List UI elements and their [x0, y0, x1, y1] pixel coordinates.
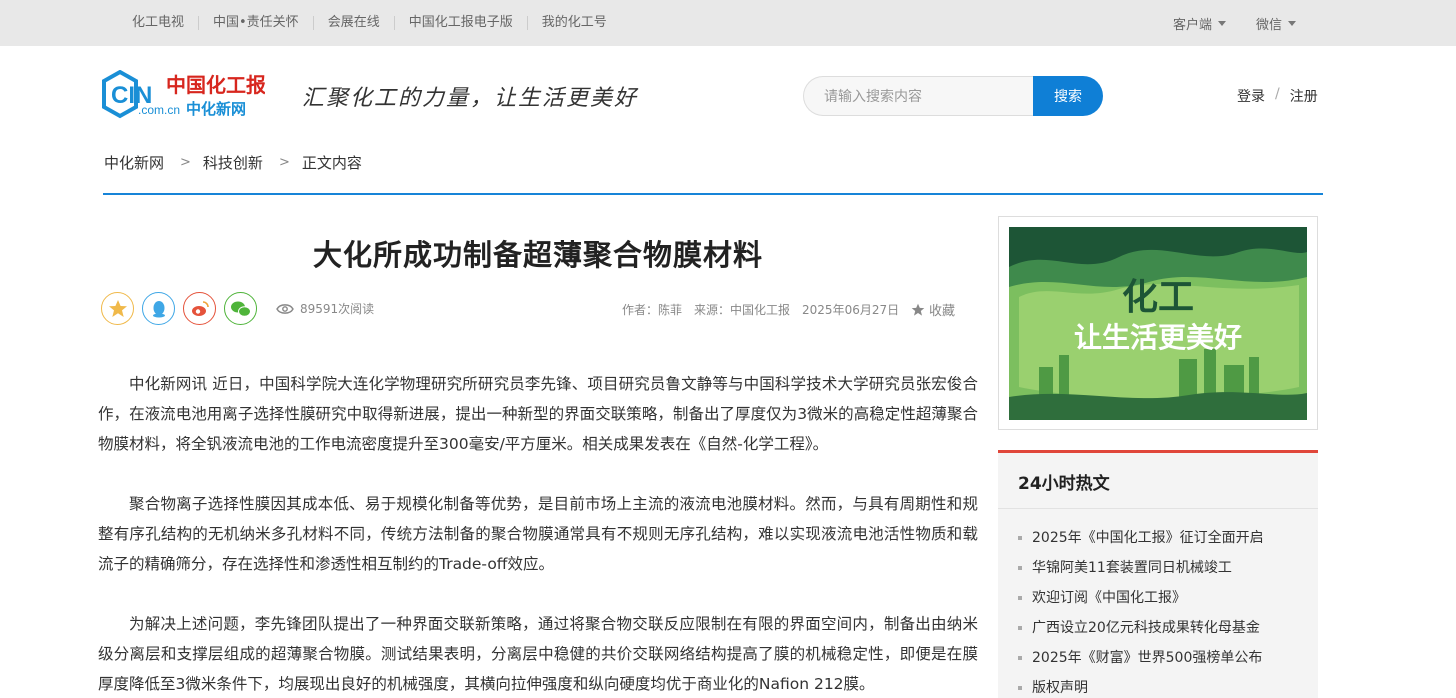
- top-right-menu: 客户端 微信: [1173, 0, 1296, 46]
- bullet-icon: [1018, 626, 1022, 630]
- breadcrumb-current: 正文内容: [301, 154, 362, 172]
- wechat-share-button[interactable]: [224, 292, 257, 325]
- bullet-icon: [1018, 656, 1022, 660]
- hot-article-item[interactable]: 欢迎订阅《中国化工报》: [1018, 583, 1298, 613]
- client-dropdown-label: 客户端: [1172, 17, 1212, 33]
- banner-line2: 让生活更美好: [1074, 321, 1242, 354]
- star-icon: [108, 299, 127, 317]
- bullet-icon: [1018, 536, 1022, 540]
- view-count: 89591次阅读: [276, 300, 374, 317]
- article-author: 作者：陈菲: [622, 303, 683, 317]
- qzone-share-button[interactable]: [101, 292, 134, 325]
- register-link[interactable]: 注册: [1290, 86, 1318, 106]
- top-nav-item-expo-online[interactable]: 会展在线: [314, 16, 395, 30]
- search-box: 请输入搜索内容 搜索: [803, 76, 1103, 116]
- hot-article-title: 2025年《财富》世界500强榜单公布: [1032, 650, 1263, 666]
- breadcrumb-separator: >: [278, 155, 290, 170]
- chevron-down-icon: [1288, 20, 1296, 26]
- hot-articles-title: 24小时热文: [998, 453, 1318, 509]
- share-buttons: [101, 292, 257, 325]
- qq-penguin-icon: [152, 300, 165, 317]
- top-nav-item-responsible-care[interactable]: 中国•责任关怀: [199, 16, 314, 30]
- site-logo[interactable]: CIN 中国化工报 .com.cn 中化新网: [100, 69, 266, 120]
- hot-article-item[interactable]: 版权声明: [1018, 673, 1298, 698]
- auth-links: 登录 / 注册: [1237, 86, 1318, 106]
- search-input[interactable]: 请输入搜索内容: [803, 76, 1033, 116]
- article-body: 中化新网讯 近日，中国科学院大连化学物理研究所研究员李先锋、项目研究员鲁文静等与…: [98, 369, 978, 698]
- hot-articles-list: 2025年《中国化工报》征订全面开启 华锦阿美11套装置同日机械竣工 欢迎订阅《…: [998, 509, 1318, 698]
- article-date: 2025年06月27日: [802, 303, 900, 317]
- top-bar: 化工电视 中国•责任关怀 会展在线 中国化工报电子版 我的化工号 客户端 微信: [0, 0, 1456, 46]
- hot-article-title: 广西设立20亿元科技成果转化母基金: [1032, 620, 1260, 636]
- star-icon: [911, 303, 925, 316]
- search-button[interactable]: 搜索: [1033, 76, 1103, 116]
- site-slogan: 汇聚化工的力量，让生活更美好: [302, 86, 639, 111]
- hot-article-item[interactable]: 2025年《财富》世界500强榜单公布: [1018, 643, 1298, 673]
- breadcrumb-category[interactable]: 科技创新: [203, 152, 263, 173]
- breadcrumb-home[interactable]: 中化新网: [104, 152, 164, 173]
- hot-article-title: 欢迎订阅《中国化工报》: [1032, 590, 1186, 606]
- article-paragraph: 聚合物离子选择性膜因其成本低、易于规模化制备等优势，是目前市场上主流的液流电池膜…: [98, 495, 978, 573]
- weibo-icon: [191, 300, 209, 316]
- favorite-button[interactable]: 收藏: [911, 300, 955, 319]
- weibo-share-button[interactable]: [183, 292, 216, 325]
- chevron-down-icon: [1217, 20, 1226, 26]
- hot-article-item[interactable]: 广西设立20亿元科技成果转化母基金: [1018, 613, 1298, 643]
- hot-article-title: 2025年《中国化工报》征订全面开启: [1032, 530, 1264, 546]
- view-count-text: 89591次阅读: [300, 302, 375, 316]
- qq-share-button[interactable]: [142, 292, 175, 325]
- logo-cn-text: 中国化工报: [166, 73, 265, 97]
- article-paragraph: 为解决上述问题，李先锋团队提出了一种界面交联新策略，通过将聚合物交联反应限制在有…: [98, 615, 978, 693]
- logo-domain-text: .com.cn: [138, 103, 180, 117]
- article-title: 大化所成功制备超薄聚合物膜材料: [312, 238, 763, 272]
- auth-separator: /: [1275, 86, 1280, 102]
- breadcrumb: 中化新网 > 科技创新 > 正文内容: [104, 152, 362, 173]
- bullet-icon: [1018, 686, 1022, 690]
- logo-sub-text: 中化新网: [186, 100, 246, 118]
- top-nav-item-my-account[interactable]: 我的化工号: [528, 16, 621, 30]
- eye-icon: [276, 303, 294, 314]
- hot-article-title: 华锦阿美11套装置同日机械竣工: [1032, 560, 1232, 576]
- top-nav-item-e-paper[interactable]: 中国化工报电子版: [395, 16, 528, 30]
- wechat-dropdown-label: 微信: [1255, 17, 1282, 33]
- banner-line1: 化工: [1122, 277, 1194, 318]
- client-dropdown[interactable]: 客户端: [1173, 14, 1226, 33]
- article-meta: 作者：陈菲 来源：中国化工报 2025年06月27日: [622, 301, 899, 318]
- top-nav: 化工电视 中国•责任关怀 会展在线 中国化工报电子版 我的化工号: [118, 0, 621, 46]
- hot-article-item[interactable]: 2025年《中国化工报》征订全面开启: [1018, 523, 1298, 553]
- bullet-icon: [1018, 566, 1022, 570]
- wechat-dropdown[interactable]: 微信: [1256, 14, 1296, 33]
- top-nav-item-chem-tv[interactable]: 化工电视: [118, 16, 200, 30]
- article-paragraph: 中化新网讯 近日，中国科学院大连化学物理研究所研究员李先锋、项目研究员鲁文静等与…: [98, 375, 978, 453]
- wechat-icon: [230, 301, 251, 317]
- bullet-icon: [1018, 596, 1022, 600]
- hot-article-item[interactable]: 华锦阿美11套装置同日机械竣工: [1018, 553, 1298, 583]
- sidebar-banner[interactable]: 化工 让生活更美好: [998, 216, 1318, 430]
- favorite-label: 收藏: [929, 304, 956, 319]
- login-link[interactable]: 登录: [1237, 86, 1265, 106]
- hot-article-title: 版权声明: [1032, 680, 1088, 696]
- hot-articles-panel: 24小时热文 2025年《中国化工报》征订全面开启 华锦阿美11套装置同日机械竣…: [998, 450, 1318, 698]
- article-source: 来源：中国化工报: [694, 303, 791, 317]
- header-divider: [103, 193, 1323, 195]
- breadcrumb-separator: >: [180, 155, 191, 170]
- banner-image: 化工 让生活更美好: [1009, 227, 1307, 420]
